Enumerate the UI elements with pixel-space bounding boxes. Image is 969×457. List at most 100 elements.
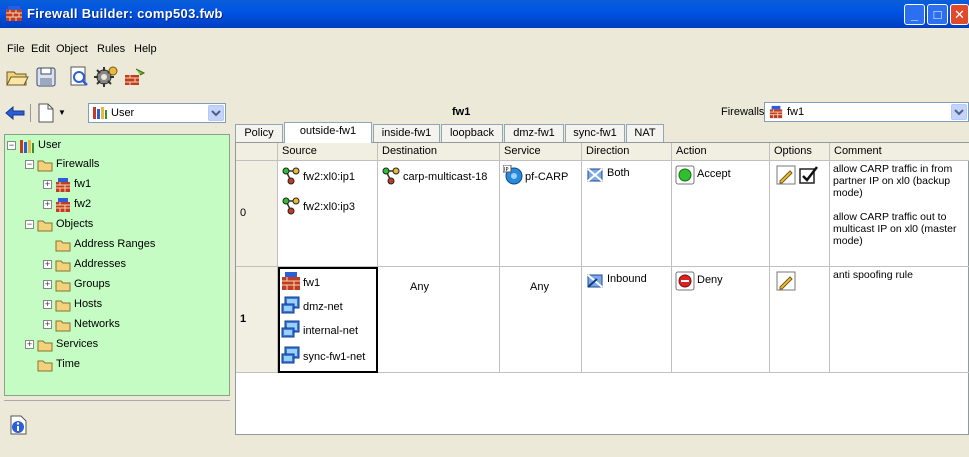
rule-options-cell[interactable] [770,267,830,373]
rule-source-cell[interactable]: fw2:xl0:ip1 fw2:xl0:ip3 [278,161,378,267]
maximize-button[interactable]: □ [927,4,948,25]
tab-policy[interactable]: Policy [235,124,283,142]
firewall-selector[interactable]: fw1 [764,102,969,122]
chevron-down-icon[interactable] [951,104,967,120]
tab-loopback[interactable]: loopback [441,124,503,142]
tab-inside-fw1[interactable]: inside-fw1 [373,124,440,142]
rule-destination-cell[interactable]: Any [378,267,500,373]
rule-comment-cell[interactable]: anti spoofing rule [830,267,969,373]
column-header-source[interactable]: Source [278,143,378,161]
direction-label: Inbound [607,273,647,285]
menu-object[interactable]: Object [56,43,88,55]
tab-outside-fw1[interactable]: outside-fw1 [284,122,372,143]
menu-help[interactable]: Help [134,43,157,55]
column-header-destination[interactable]: Destination [378,143,500,161]
rule-action-cell[interactable]: Deny [672,267,770,373]
direction-label: Both [607,167,630,179]
new-object-icon[interactable] [38,103,54,123]
action-label: Accept [697,168,731,180]
edit-options-icon[interactable] [776,271,796,291]
menu-file[interactable]: File [7,43,25,55]
collapse-icon[interactable]: − [25,220,34,229]
service-any-label: Any [530,281,549,293]
title-bar[interactable]: Firewall Builder: comp503.fwb _ □ ✕ [0,0,969,28]
rule-comment-cell[interactable]: allow CARP traffic in from partner IP on… [830,161,969,267]
rule-source-cell[interactable]: fw1 dmz-net internal-net sync-fw1-net [278,267,378,373]
expand-icon[interactable]: + [25,340,34,349]
expand-icon[interactable]: + [43,320,52,329]
rule-destination-cell[interactable]: carp-multicast-18 [378,161,500,267]
tab-dmz-fw1[interactable]: dmz-fw1 [504,124,564,142]
install-icon[interactable] [122,65,148,89]
compile-icon[interactable] [93,65,119,89]
tree-node-label: Address Ranges [74,238,156,250]
rule-service-cell[interactable]: IP pf-CARP [500,161,582,267]
firewall-name-label: fw1 [452,106,471,118]
rules-table[interactable]: Source Destination Service Direction Act… [235,142,969,435]
firewall-icon [282,272,300,290]
tree-node-label: User [38,139,62,151]
menu-rules[interactable]: Rules [97,43,125,55]
find-icon[interactable] [66,65,92,89]
rule-number-cell[interactable]: 0 [236,161,278,267]
column-header-direction[interactable]: Direction [582,143,672,161]
logging-checkbox-icon[interactable] [799,165,819,185]
firewalls-label: Firewalls: [721,106,768,118]
back-arrow-icon[interactable] [5,106,25,120]
folder-icon [37,220,53,232]
expand-icon[interactable]: + [43,200,52,209]
tab-nat[interactable]: NAT [626,124,664,142]
save-icon[interactable] [33,65,59,89]
network-icon [281,296,300,314]
expand-icon[interactable]: + [43,280,52,289]
column-header-action[interactable]: Action [672,143,770,161]
ip-service-icon: IP [503,165,523,185]
firewall-icon [56,178,70,192]
expand-icon[interactable]: + [43,300,52,309]
folder-icon [55,320,71,332]
close-button[interactable]: ✕ [950,4,969,25]
rule-options-cell[interactable] [770,161,830,267]
expand-icon[interactable]: + [43,180,52,189]
deny-icon [675,271,695,291]
collapse-icon[interactable]: − [25,160,34,169]
folder-icon [55,300,71,312]
folder-icon [37,360,53,372]
svg-text:IP: IP [504,167,509,173]
rule-direction-cell[interactable]: Inbound [582,267,672,373]
rule-comment: allow CARP traffic in from partner IP on… [833,163,957,247]
new-object-dropdown-icon[interactable]: ▼ [58,108,66,117]
rule-comment: anti spoofing rule [833,269,913,281]
source-object-label: fw1 [303,277,321,289]
open-folder-icon[interactable] [4,65,30,89]
info-icon[interactable] [10,415,28,435]
folder-icon [37,340,53,352]
object-info-panel [4,400,230,438]
object-tree[interactable]: − User − Firewalls + fw1 + fw2 − Objects… [4,134,230,396]
tree-node-label: fw1 [74,178,92,190]
expand-icon[interactable]: + [43,260,52,269]
source-object-label: dmz-net [303,301,343,313]
rule-direction-cell[interactable]: Both [582,161,672,267]
tree-node-label: Time [56,358,81,370]
address-icon [382,167,400,185]
edit-options-icon[interactable] [776,165,796,185]
destination-any-label: Any [410,281,429,293]
column-header-options[interactable]: Options [770,143,830,161]
tree-node-label: Objects [56,218,94,230]
rule-action-cell[interactable]: Accept [672,161,770,267]
network-icon [281,320,300,338]
menu-edit[interactable]: Edit [31,43,50,55]
library-selector[interactable]: User [88,103,226,123]
column-header-comment[interactable]: Comment [830,143,969,161]
chevron-down-icon[interactable] [208,105,224,121]
destination-object-label: carp-multicast-18 [403,171,488,183]
rule-service-cell[interactable]: Any [500,267,582,373]
minimize-button[interactable]: _ [904,4,925,25]
firewall-icon [769,105,783,119]
collapse-icon[interactable]: − [7,141,16,150]
column-header-service[interactable]: Service [500,143,582,161]
rule-number-cell[interactable]: 1 [236,267,278,373]
tree-node-label: Hosts [74,298,103,310]
tab-sync-fw1[interactable]: sync-fw1 [565,124,625,142]
